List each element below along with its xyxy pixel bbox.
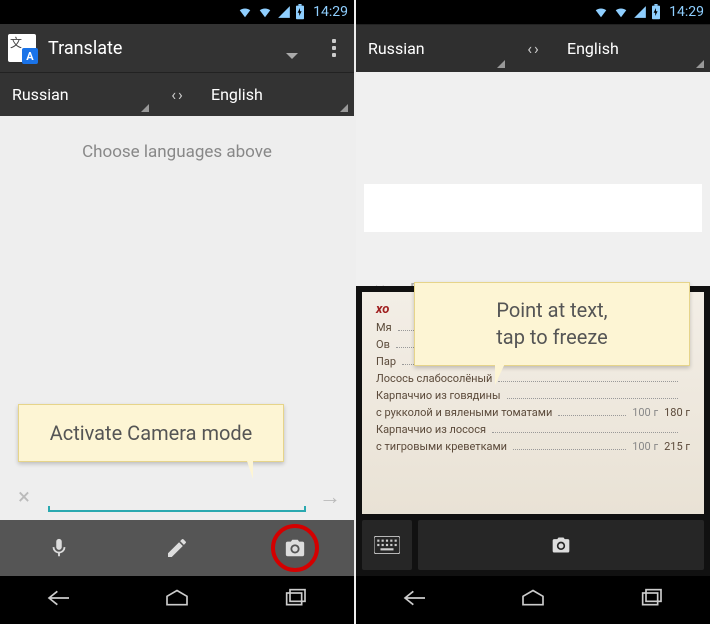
- wifi-icon: [257, 5, 273, 19]
- source-language-selector[interactable]: Russian: [356, 25, 511, 72]
- status-bar: 14:29: [356, 0, 710, 24]
- nav-back-button[interactable]: [45, 588, 73, 612]
- nav-home-button[interactable]: [163, 588, 191, 612]
- callout-tail-icon: [495, 359, 507, 385]
- callout-text-line2: tap to freeze: [496, 325, 607, 349]
- nav-home-button[interactable]: [519, 588, 547, 612]
- right-screenshot: 14:29 Russian ‹ › English × Russian → хо…: [356, 0, 710, 624]
- signal-icon: [277, 5, 291, 19]
- pencil-icon: [165, 536, 189, 560]
- camera-input-button[interactable]: [236, 520, 354, 576]
- chevron-right-icon: ›: [534, 39, 539, 58]
- source-language-label: Russian: [368, 39, 425, 58]
- result-card: [364, 184, 702, 232]
- wifi-icon: [593, 5, 609, 19]
- android-nav-bar: [0, 576, 354, 624]
- language-selector-row: Russian ‹ › English: [0, 72, 354, 116]
- left-screenshot: 14:29 Translate Russian ‹ › English Choo…: [0, 0, 354, 624]
- choose-languages-hint: Choose languages above: [0, 116, 354, 188]
- spinner-dropdown-icon[interactable]: [286, 53, 298, 59]
- menu-line: Карпаччио из лосося: [376, 423, 690, 436]
- status-clock: 14:29: [313, 4, 348, 20]
- app-bar: Translate: [0, 24, 354, 72]
- overflow-menu-button[interactable]: [322, 39, 346, 57]
- handwriting-input-button[interactable]: [118, 520, 236, 576]
- voice-input-button[interactable]: [0, 520, 118, 576]
- chevron-left-icon: ‹: [171, 85, 176, 104]
- swap-languages-button[interactable]: ‹ ›: [511, 39, 555, 58]
- shutter-button[interactable]: [418, 520, 704, 570]
- swap-languages-button[interactable]: ‹ ›: [155, 85, 199, 104]
- submit-translate-button[interactable]: →: [316, 484, 344, 510]
- status-bar: 14:29: [0, 0, 354, 24]
- chevron-right-icon: ›: [178, 85, 183, 104]
- target-language-selector[interactable]: English: [199, 73, 354, 116]
- keyboard-button[interactable]: [362, 520, 412, 570]
- keyboard-icon: [374, 536, 400, 554]
- camera-icon: [549, 535, 573, 555]
- microphone-icon: [48, 535, 70, 561]
- app-title: Translate: [48, 38, 246, 59]
- nav-back-button[interactable]: [401, 588, 429, 612]
- input-mode-toolbar: [0, 520, 354, 576]
- menu-line: Лосось слабосолёный: [376, 372, 690, 385]
- translate-app-icon[interactable]: [8, 34, 36, 62]
- tutorial-callout: Point at text, tap to freeze: [414, 282, 690, 366]
- target-language-label: English: [567, 39, 619, 58]
- menu-line: Карпаччио из говядины: [376, 389, 690, 402]
- translate-text-input[interactable]: [48, 482, 306, 512]
- translate-input-row: × →: [0, 474, 354, 520]
- camera-controls: [362, 520, 704, 570]
- source-language-selector[interactable]: Russian: [0, 73, 155, 116]
- callout-text-line1: Point at text,: [496, 298, 607, 322]
- target-language-label: English: [211, 85, 263, 104]
- nav-recent-button[interactable]: [281, 588, 309, 612]
- signal-icon: [633, 5, 647, 19]
- menu-line: с рукколой и вялеными томатами100 г180 г: [376, 406, 690, 419]
- callout-text: Activate Camera mode: [50, 421, 253, 445]
- battery-icon: [295, 4, 305, 20]
- battery-icon: [651, 4, 661, 20]
- clear-input-button[interactable]: ×: [10, 485, 38, 510]
- status-clock: 14:29: [669, 4, 704, 20]
- wifi-icon: [613, 5, 629, 19]
- camera-viewfinder[interactable]: хо МяОвПарЛосось слабосолёныйКарпаччио и…: [356, 286, 710, 576]
- nav-recent-button[interactable]: [637, 588, 665, 612]
- menu-line: с тигровыми креветками100 г215 г: [376, 440, 690, 453]
- language-selector-row: Russian ‹ › English: [356, 24, 710, 72]
- source-language-label: Russian: [12, 85, 69, 104]
- main-content: × Russian → хо МяОвПарЛосось слабосолёны…: [356, 72, 710, 576]
- main-content: Choose languages above Activate Camera m…: [0, 116, 354, 520]
- target-language-selector[interactable]: English: [555, 25, 710, 72]
- tutorial-callout: Activate Camera mode: [18, 404, 284, 462]
- android-nav-bar: [356, 576, 710, 624]
- wifi-icon: [237, 5, 253, 19]
- chevron-left-icon: ‹: [527, 39, 532, 58]
- highlight-circle-icon: [271, 524, 319, 572]
